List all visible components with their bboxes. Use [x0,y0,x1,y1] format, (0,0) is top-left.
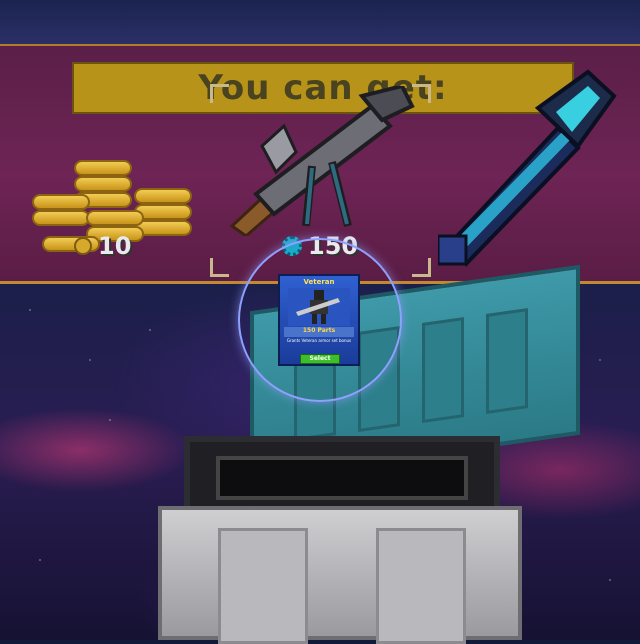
veteran-character-icon [296,290,340,324]
select-button[interactable]: Select [300,354,340,364]
coin-piece [32,210,90,226]
card-price: 150 Parts [284,327,354,337]
chest-body[interactable] [158,506,522,644]
minigun-weapon-icon [229,86,415,236]
coin-piece [86,210,144,226]
chest-opening-rim [184,436,500,516]
space-top-strip [0,0,640,44]
lid-slat [486,308,528,415]
chest-interior [216,456,468,500]
coin-piece [134,188,192,204]
chest-panel [218,528,308,644]
card-title: Veteran [303,278,335,286]
pixel-sword-weapon-icon [438,69,617,267]
chest-panel [376,528,466,644]
coin-piece [74,176,132,192]
unlocked-item-card[interactable]: Veteran 150 Parts Grants Veteran armor s… [278,274,360,366]
coin-piece [32,194,90,210]
coin-icon [74,237,92,255]
card-character-art-icon [288,288,350,326]
coin-piece [74,160,132,176]
coins-amount: 10 [98,232,132,260]
selection-frame-corner [412,258,431,277]
selection-frame-corner [210,258,229,277]
card-description: Grants Veteran armor set bonus [286,338,352,343]
lid-slat [422,317,464,424]
coins-reward-count: 10 [74,232,131,260]
